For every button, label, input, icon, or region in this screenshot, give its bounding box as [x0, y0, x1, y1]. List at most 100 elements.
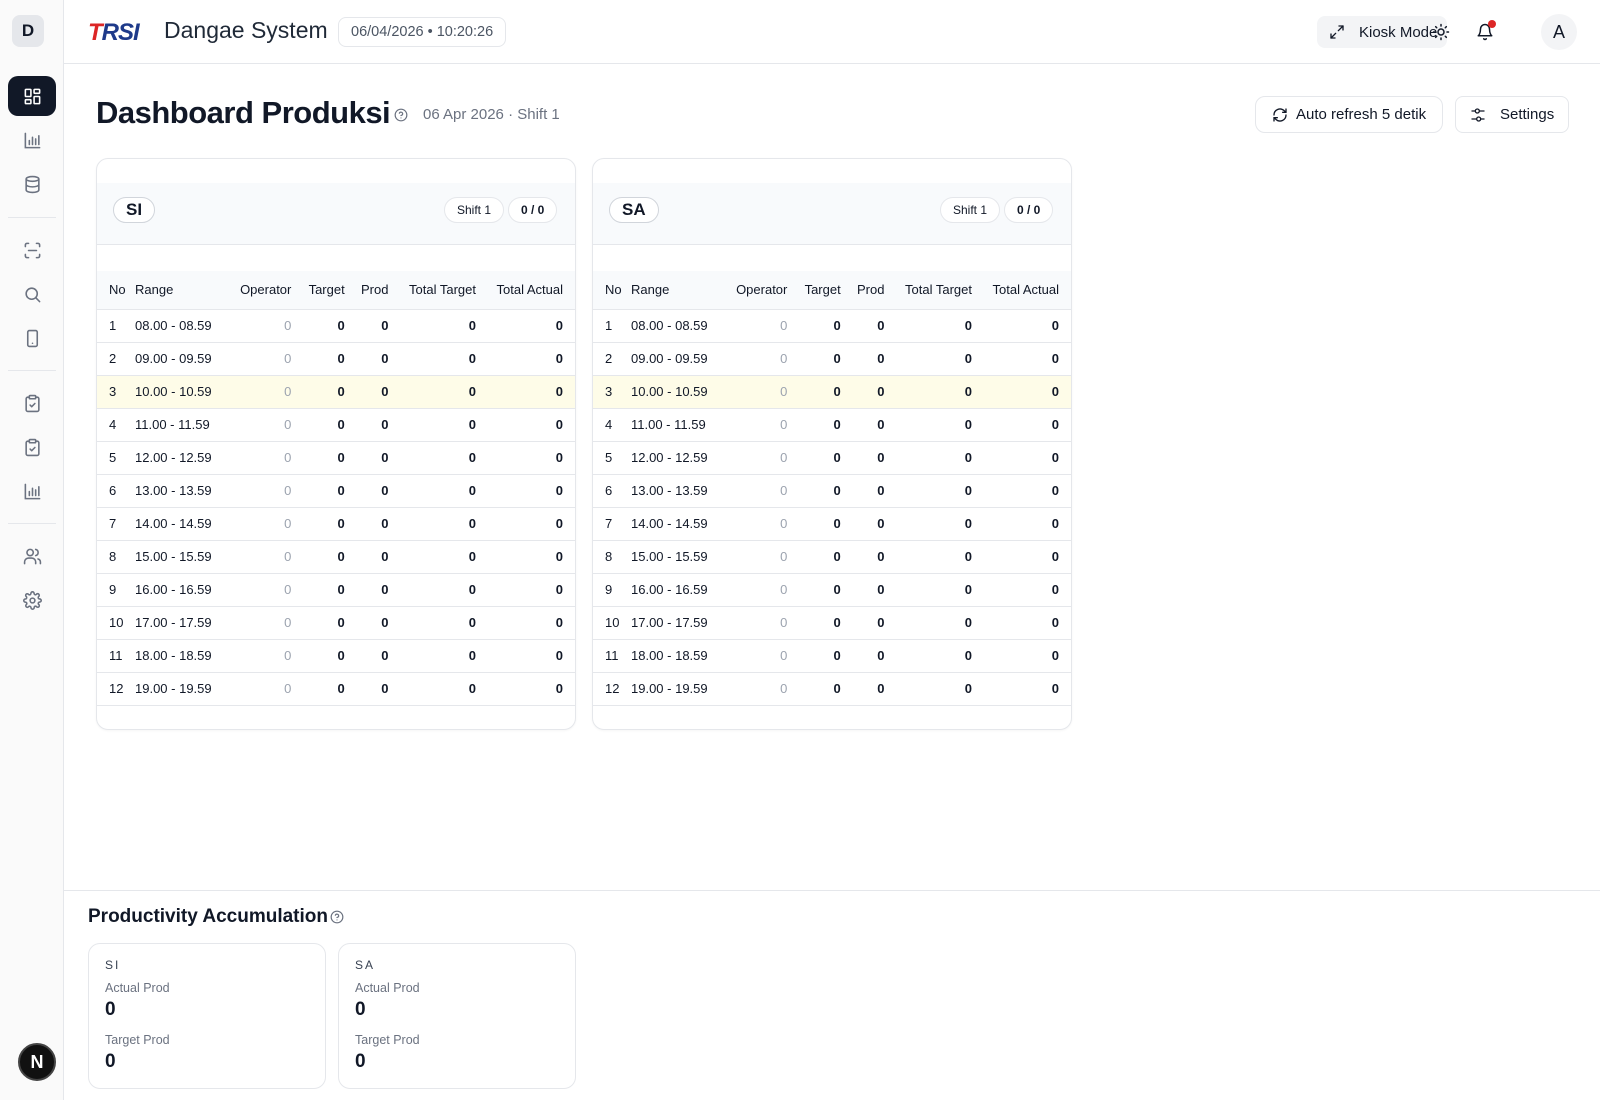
- column-header: Operator: [729, 271, 800, 310]
- operator-count: 0: [233, 672, 304, 706]
- sidebar-item-search[interactable]: [8, 274, 56, 314]
- table-row: 6 13.00 - 13.59 0 0 0 0 0: [97, 474, 575, 508]
- total-target-value: 0: [400, 408, 488, 442]
- column-header: No: [593, 271, 631, 310]
- total-actual-value: 0: [487, 540, 575, 574]
- table-header-row: No Range Operator Target Prod Total Target Tot…: [593, 271, 1071, 310]
- target-prod-value: 0: [105, 1051, 116, 1072]
- target-value: 0: [799, 342, 853, 376]
- target-value: 0: [303, 441, 357, 475]
- target-value: 0: [303, 639, 357, 673]
- productivity-title: Productivity Accumulation: [88, 906, 328, 927]
- column-header: Total Actual: [983, 271, 1071, 310]
- target-value: 0: [799, 474, 853, 508]
- workspace-badge[interactable]: D: [12, 15, 44, 47]
- sidebar-divider: [8, 217, 56, 218]
- sidebar-item-database[interactable]: [8, 164, 56, 204]
- theme-toggle-button[interactable]: [1425, 16, 1457, 48]
- production-table: No Range Operator Target Prod Total Target Tot…: [593, 271, 1071, 706]
- prod-value: 0: [356, 606, 401, 640]
- row-number: 10: [97, 606, 135, 640]
- app-title: Dangae System: [164, 17, 328, 43]
- user-avatar[interactable]: A: [1541, 14, 1577, 50]
- operator-count: 0: [233, 540, 304, 574]
- line-name-pill: SI: [113, 197, 156, 223]
- total-actual-value: 0: [983, 375, 1071, 409]
- prod-value: 0: [852, 342, 897, 376]
- table-row: 11 18.00 - 18.59 0 0 0 0 0: [97, 639, 575, 673]
- total-actual-value: 0: [487, 375, 575, 409]
- sidebar-item-checklist[interactable]: [8, 383, 56, 423]
- actual-prod-label: Actual Prod: [105, 981, 170, 995]
- prod-value: 0: [356, 573, 401, 607]
- sidebar-item-analytics[interactable]: [8, 471, 56, 511]
- card-header: SI Shift 10 / 0: [97, 183, 575, 245]
- time-range: 14.00 - 14.59: [135, 507, 234, 541]
- current-datetime: 06/04/2026 • 10:20:26: [338, 17, 507, 47]
- line-name-pill: SA: [609, 197, 659, 223]
- search-icon: [24, 286, 40, 302]
- expand-icon: [1330, 25, 1344, 39]
- sidebar-item-users[interactable]: [8, 536, 56, 576]
- prod-value: 0: [852, 441, 897, 475]
- sidebar-item-device[interactable]: [8, 318, 56, 358]
- table-row: 5 12.00 - 12.59 0 0 0 0 0: [97, 441, 575, 475]
- sidebar-item-dashboard[interactable]: [8, 76, 56, 116]
- framework-badge[interactable]: N: [18, 1043, 56, 1081]
- target-value: 0: [799, 573, 853, 607]
- total-target-value: 0: [400, 606, 488, 640]
- help-icon[interactable]: [394, 108, 408, 122]
- prod-value: 0: [356, 342, 401, 376]
- total-target-value: 0: [400, 474, 488, 508]
- column-header: Total Target: [400, 271, 488, 310]
- sidebar-item-reports[interactable]: [8, 120, 56, 160]
- table-row: 1 08.00 - 08.59 0 0 0 0 0: [593, 309, 1071, 343]
- column-header: Prod: [852, 271, 897, 310]
- row-number: 2: [593, 342, 631, 376]
- sidebar-item-settings[interactable]: [8, 580, 56, 620]
- prod-value: 0: [356, 639, 401, 673]
- total-actual-value: 0: [983, 639, 1071, 673]
- total-actual-value: 0: [487, 474, 575, 508]
- target-value: 0: [303, 672, 357, 706]
- operator-count: 0: [729, 540, 800, 574]
- table-row: 10 17.00 - 17.59 0 0 0 0 0: [593, 606, 1071, 640]
- time-range: 08.00 - 08.59: [135, 309, 234, 343]
- prod-value: 0: [852, 672, 897, 706]
- prod-value: 0: [852, 639, 897, 673]
- auto-refresh-button[interactable]: Auto refresh 5 detik: [1255, 96, 1444, 133]
- column-header: Operator: [233, 271, 304, 310]
- row-number: 5: [97, 441, 135, 475]
- company-logo: TRSI: [88, 19, 140, 46]
- operator-count: 0: [729, 507, 800, 541]
- total-target-value: 0: [896, 672, 984, 706]
- target-value: 0: [303, 507, 357, 541]
- prod-value: 0: [356, 540, 401, 574]
- target-value: 0: [303, 474, 357, 508]
- total-target-value: 0: [896, 441, 984, 475]
- time-range: 18.00 - 18.59: [135, 639, 234, 673]
- time-range: 10.00 - 10.59: [135, 375, 234, 409]
- layout-grid-icon: [24, 88, 40, 104]
- help-icon[interactable]: [330, 910, 344, 924]
- sidebar-item-checklist-2[interactable]: [8, 427, 56, 467]
- sidebar-item-scan[interactable]: [8, 230, 56, 270]
- refresh-icon: [1273, 107, 1287, 122]
- time-range: 09.00 - 09.59: [135, 342, 234, 376]
- total-actual-value: 0: [983, 507, 1071, 541]
- time-range: 09.00 - 09.59: [631, 342, 730, 376]
- table-row: 11 18.00 - 18.59 0 0 0 0 0: [593, 639, 1071, 673]
- row-number: 6: [97, 474, 135, 508]
- operator-count: 0: [233, 474, 304, 508]
- target-value: 0: [799, 540, 853, 574]
- notifications-button[interactable]: [1469, 16, 1501, 48]
- prod-value: 0: [852, 474, 897, 508]
- settings-button[interactable]: Settings: [1455, 96, 1570, 133]
- row-number: 9: [97, 573, 135, 607]
- table-row: 8 15.00 - 15.59 0 0 0 0 0: [97, 540, 575, 574]
- bar-chart-icon: [24, 483, 40, 499]
- prod-value: 0: [356, 408, 401, 442]
- operator-count: 0: [729, 342, 800, 376]
- prod-value: 0: [356, 375, 401, 409]
- table-row: 10 17.00 - 17.59 0 0 0 0 0: [97, 606, 575, 640]
